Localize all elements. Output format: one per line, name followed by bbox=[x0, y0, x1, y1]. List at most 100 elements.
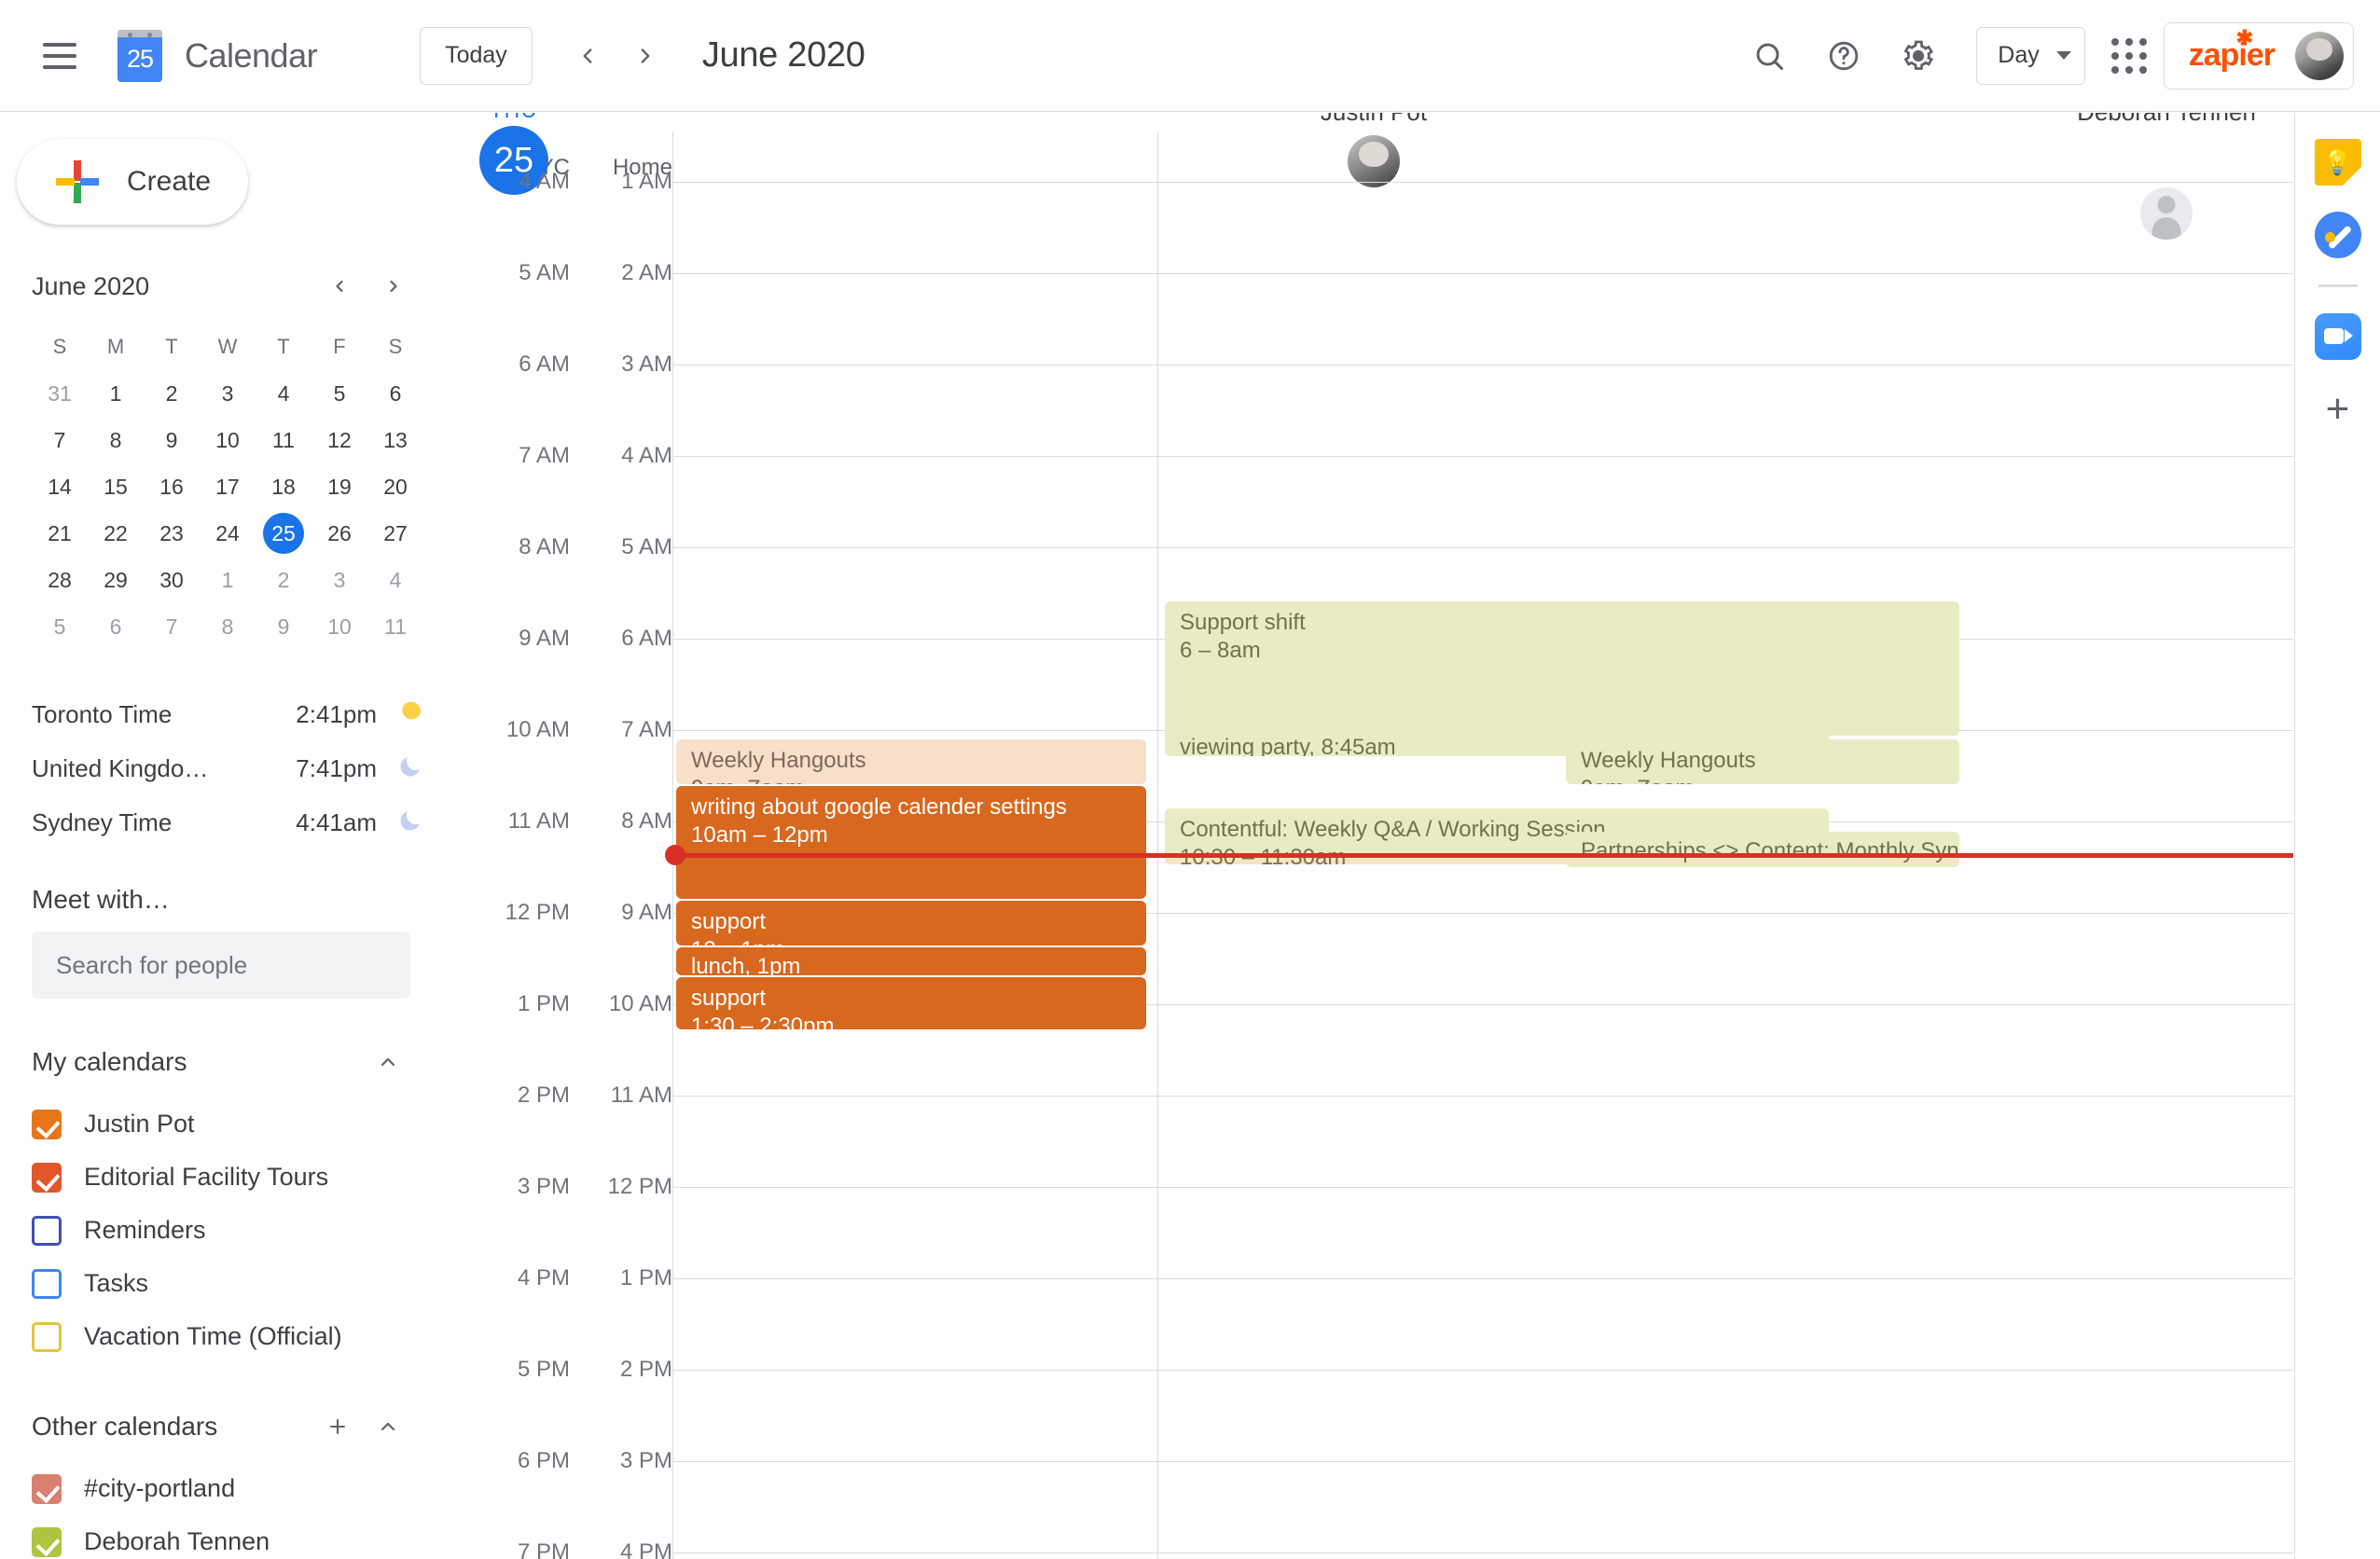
mini-cal-day[interactable]: 4 bbox=[256, 370, 311, 417]
mini-cal-day[interactable]: 7 bbox=[32, 417, 88, 463]
mini-cal-day[interactable]: 23 bbox=[144, 510, 200, 557]
calendar-event[interactable]: support 1:30 – 2:30pm bbox=[676, 977, 1146, 1029]
help-icon[interactable] bbox=[1814, 26, 1874, 86]
other-calendar-item[interactable]: #city-portland bbox=[0, 1462, 477, 1515]
calendar-checkbox[interactable] bbox=[32, 1526, 62, 1557]
calendar-event[interactable]: support 12 – 1pm bbox=[676, 901, 1146, 945]
my-calendar-item[interactable]: Editorial Facility Tours bbox=[0, 1151, 477, 1204]
mini-cal-day[interactable]: 3 bbox=[200, 370, 256, 417]
my-calendar-item[interactable]: Justin Pot bbox=[0, 1097, 477, 1151]
mini-cal-day[interactable]: 7 bbox=[144, 603, 200, 650]
mini-cal-day[interactable]: 3 bbox=[311, 557, 367, 603]
mini-cal-day[interactable]: 22 bbox=[88, 510, 144, 557]
mini-cal-day[interactable]: 8 bbox=[88, 417, 144, 463]
calendar-checkbox[interactable] bbox=[32, 1109, 62, 1139]
my-calendar-item[interactable]: Tasks bbox=[0, 1257, 477, 1310]
other-calendars-actions bbox=[315, 1404, 433, 1449]
create-button[interactable]: Create bbox=[17, 139, 248, 225]
calendar-checkbox[interactable] bbox=[32, 1473, 62, 1504]
mini-cal-day[interactable]: 11 bbox=[367, 603, 423, 650]
calendar-checkbox[interactable] bbox=[32, 1268, 62, 1299]
mini-cal-day[interactable]: 21 bbox=[32, 510, 88, 557]
prev-period-icon[interactable] bbox=[560, 29, 615, 83]
mini-cal-day[interactable]: 8 bbox=[200, 603, 256, 650]
other-calendars-header[interactable]: Other calendars bbox=[32, 1404, 433, 1449]
calendar-event[interactable]: Support shift 6 – 8am bbox=[1165, 601, 1959, 736]
mini-cal-day[interactable]: 17 bbox=[200, 463, 256, 510]
mini-cal-day[interactable]: 24 bbox=[200, 510, 256, 557]
calendar-checkbox[interactable] bbox=[32, 1321, 62, 1352]
mini-cal-day[interactable]: 5 bbox=[311, 370, 367, 417]
mini-cal-day[interactable]: 13 bbox=[367, 417, 423, 463]
add-addon-icon[interactable]: + bbox=[2315, 386, 2361, 433]
mini-cal-day[interactable]: 2 bbox=[144, 370, 200, 417]
calendar-logo-icon[interactable]: 25 bbox=[114, 29, 166, 82]
mini-cal-day[interactable]: 10 bbox=[311, 603, 367, 650]
mini-cal-day[interactable]: 19 bbox=[311, 463, 367, 510]
calendar-checkbox[interactable] bbox=[32, 1162, 62, 1193]
mini-cal-day[interactable]: 16 bbox=[144, 463, 200, 510]
search-people-input[interactable] bbox=[32, 931, 410, 999]
grid-scroll-area[interactable]: 4 AM 1 AM 5 AM 2 AM 6 AM 3 AM 7 AM 4 AM 8 AM 5 AM… bbox=[478, 163, 2293, 1559]
my-calendar-item[interactable]: Vacation Time (Official) bbox=[0, 1310, 477, 1363]
calendar-event[interactable]: writing about google calender settings 10… bbox=[676, 786, 1146, 899]
mini-cal-day[interactable]: 12 bbox=[311, 417, 367, 463]
zoom-icon[interactable] bbox=[2314, 313, 2361, 360]
google-keep-icon[interactable]: 💡 bbox=[2314, 139, 2361, 186]
mini-cal-day[interactable]: 1 bbox=[200, 557, 256, 603]
mini-cal-day[interactable]: 20 bbox=[367, 463, 423, 510]
my-calendar-item[interactable]: Reminders bbox=[0, 1204, 477, 1257]
mini-cal-day[interactable]: 31 bbox=[32, 370, 88, 417]
avatar[interactable] bbox=[2295, 31, 2344, 80]
mini-cal-day[interactable]: 5 bbox=[32, 603, 88, 650]
calendar-event[interactable]: lunch, 1pm bbox=[676, 947, 1146, 975]
mini-cal-day[interactable]: 25 bbox=[256, 510, 311, 557]
mini-cal-day[interactable]: 27 bbox=[367, 510, 423, 557]
apps-grid-icon[interactable] bbox=[2110, 37, 2147, 74]
chevron-up-icon[interactable] bbox=[366, 1040, 410, 1084]
mini-cal-day[interactable]: 18 bbox=[256, 463, 311, 510]
hour-gridline bbox=[672, 182, 2293, 183]
account-chip[interactable]: ✱ zapier bbox=[2163, 21, 2354, 90]
column-divider-head bbox=[1157, 131, 1158, 163]
add-calendar-icon[interactable] bbox=[315, 1404, 360, 1449]
calendar-event[interactable]: Weekly Hangouts 9am, Zoom bbox=[676, 739, 1146, 784]
today-button[interactable]: Today bbox=[420, 26, 533, 85]
hour-label-secondary: 3 AM bbox=[621, 352, 672, 377]
hour-gridline bbox=[672, 547, 2293, 548]
mini-next-month-icon[interactable] bbox=[373, 266, 414, 307]
my-calendars-header[interactable]: My calendars bbox=[32, 1040, 433, 1084]
chevron-up-icon[interactable] bbox=[366, 1404, 410, 1449]
mini-cal-day[interactable]: 30 bbox=[144, 557, 200, 603]
mini-cal-day[interactable]: 1 bbox=[88, 370, 144, 417]
mini-cal-day[interactable]: 28 bbox=[32, 557, 88, 603]
day-of-week-label: THU bbox=[478, 113, 621, 123]
gear-icon[interactable] bbox=[1889, 26, 1948, 86]
mini-cal-day[interactable]: 6 bbox=[88, 603, 144, 650]
calendar-event[interactable]: Partnerships <> Content: Monthly Syn bbox=[1566, 832, 1959, 867]
other-calendar-item[interactable]: Deborah Tennen bbox=[0, 1515, 477, 1559]
main-menu-icon[interactable] bbox=[34, 30, 86, 82]
mini-prev-month-icon[interactable] bbox=[319, 266, 360, 307]
google-tasks-icon[interactable] bbox=[2314, 212, 2361, 258]
mini-cal-dow-2: T bbox=[165, 335, 178, 358]
mini-cal-day[interactable]: 29 bbox=[88, 557, 144, 603]
mini-cal-day[interactable]: 2 bbox=[256, 557, 311, 603]
world-clock-row: United Kingdo… 7:41pm bbox=[32, 741, 433, 795]
view-selector[interactable]: Day bbox=[1976, 26, 2085, 85]
mini-cal-day[interactable]: 10 bbox=[200, 417, 256, 463]
calendar-event[interactable]: Weekly Hangouts 9am, Zoom bbox=[1566, 739, 1959, 784]
hour-gridline bbox=[672, 1278, 2293, 1279]
mini-cal-day[interactable]: 11 bbox=[256, 417, 311, 463]
mini-cal-day[interactable]: 26 bbox=[311, 510, 367, 557]
next-period-icon[interactable] bbox=[618, 29, 672, 83]
mini-cal-day[interactable]: 9 bbox=[256, 603, 311, 650]
search-icon[interactable] bbox=[1739, 26, 1799, 86]
mini-cal-day[interactable]: 9 bbox=[144, 417, 200, 463]
hour-label-secondary: 5 AM bbox=[621, 534, 672, 559]
mini-cal-day[interactable]: 4 bbox=[367, 557, 423, 603]
calendar-checkbox[interactable] bbox=[32, 1215, 62, 1246]
mini-cal-day[interactable]: 14 bbox=[32, 463, 88, 510]
mini-cal-day[interactable]: 6 bbox=[367, 370, 423, 417]
mini-cal-day[interactable]: 15 bbox=[88, 463, 144, 510]
